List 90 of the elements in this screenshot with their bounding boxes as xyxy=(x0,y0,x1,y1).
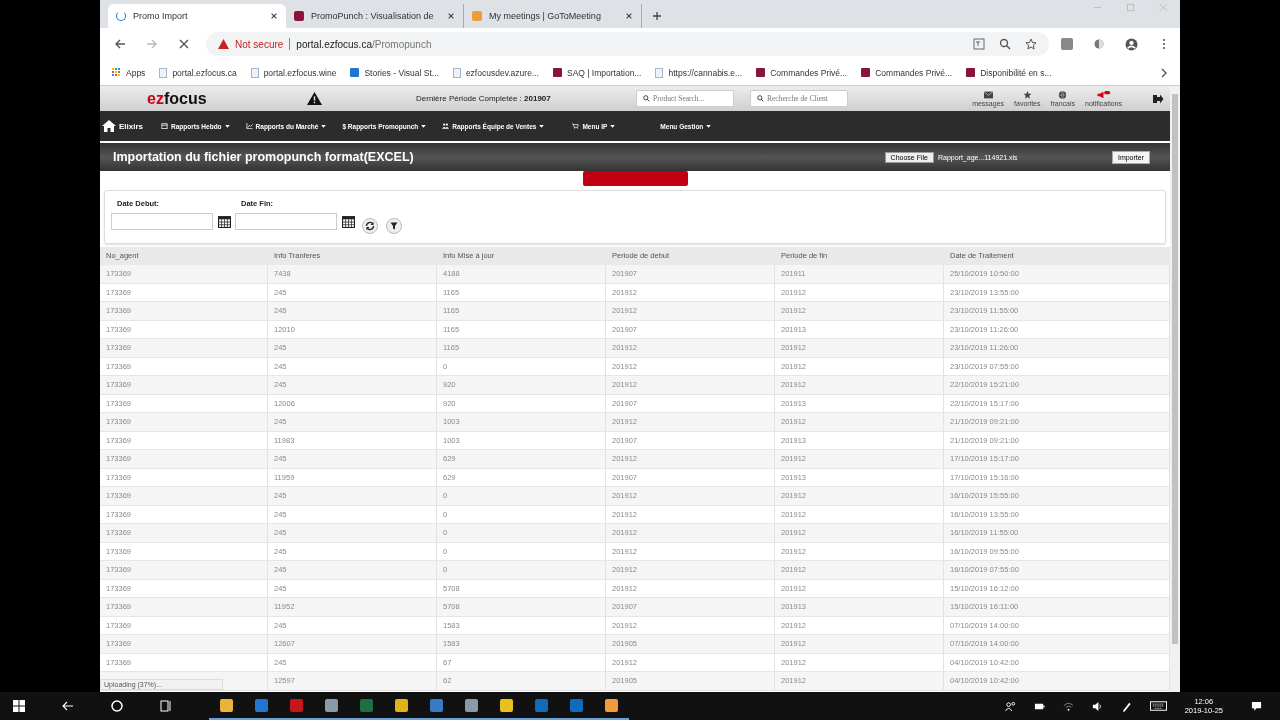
site-icon xyxy=(966,68,976,77)
bookmark[interactable]: SAQ | Importation... xyxy=(552,67,642,78)
windows-icon[interactable] xyxy=(13,700,25,712)
page-title: Importation du fichier promopunch format(EXCEL) xyxy=(113,150,414,164)
profile-icon[interactable] xyxy=(1125,37,1138,51)
app-icon xyxy=(570,698,583,712)
app-icon xyxy=(290,698,303,712)
bookmark[interactable]: https://cannabis.e... xyxy=(655,67,743,78)
app-icon xyxy=(605,698,618,712)
notification-icon[interactable] xyxy=(1251,700,1262,712)
browser-tab[interactable]: Promo Import xyxy=(108,4,286,28)
circle-icon[interactable] xyxy=(111,700,123,712)
app-icon xyxy=(220,698,233,712)
cart-icon xyxy=(572,123,580,129)
pen-icon[interactable] xyxy=(1120,700,1132,712)
calendar-icon[interactable] xyxy=(218,215,231,228)
close-icon[interactable] xyxy=(270,12,278,20)
chart-icon xyxy=(245,123,253,129)
app-icon xyxy=(430,698,443,712)
star-icon xyxy=(1022,90,1032,99)
site-icon xyxy=(350,68,360,77)
search-icon xyxy=(643,95,650,102)
refresh-button[interactable] xyxy=(362,218,378,234)
app-icon xyxy=(535,698,548,712)
bookmark[interactable]: Commandes Privé... xyxy=(861,67,953,78)
site-icon xyxy=(472,11,482,21)
caret-icon xyxy=(539,124,545,128)
app-icon xyxy=(360,698,373,712)
zoom-icon[interactable] xyxy=(999,38,1011,50)
date-field[interactable] xyxy=(235,213,337,230)
nav-menu[interactable]: Elixirs xyxy=(102,120,143,132)
megaphone-icon xyxy=(1096,90,1111,99)
site-icon xyxy=(294,11,304,21)
caret-icon xyxy=(321,124,327,128)
page-icon xyxy=(655,67,664,78)
new-tab-icon[interactable] xyxy=(652,11,662,21)
warning-icon xyxy=(218,39,229,49)
page-icon xyxy=(250,67,259,78)
globe-icon xyxy=(1058,90,1068,99)
app-icon xyxy=(255,698,268,712)
star-icon[interactable] xyxy=(1025,38,1037,50)
address-field[interactable]: Not secure portal.ezfocus.ca/Promopunch xyxy=(206,32,1049,56)
translate-icon[interactable] xyxy=(973,38,985,50)
logout-icon[interactable] xyxy=(1152,92,1164,105)
logo[interactable]: ezfocus xyxy=(147,89,297,108)
caret-icon xyxy=(421,124,427,128)
close-icon[interactable] xyxy=(447,12,455,20)
site-icon xyxy=(552,68,562,77)
browser-tab[interactable]: My meetings | GoToMeeting xyxy=(464,4,642,28)
calendar-icon[interactable] xyxy=(342,215,355,228)
mail-icon xyxy=(983,90,993,99)
app-icon xyxy=(500,698,513,712)
close-icon[interactable] xyxy=(625,12,633,20)
caret-icon xyxy=(224,124,230,128)
warning-icon[interactable] xyxy=(307,92,322,105)
bookmark[interactable]: Stories - Visual St... xyxy=(350,67,439,78)
app-icon xyxy=(325,698,338,712)
calendar-icon xyxy=(161,123,168,129)
site-icon xyxy=(756,68,766,77)
browser-tab[interactable]: PromoPunch : Visualisation de xyxy=(286,4,464,28)
bookmark[interactable]: portal.ezfocus.ca xyxy=(159,67,237,78)
back-icon[interactable] xyxy=(114,38,126,50)
bookmark[interactable]: ezfocusdev.azure... xyxy=(452,67,539,78)
extension-icon[interactable] xyxy=(1093,38,1105,50)
caret-icon xyxy=(706,124,712,128)
wifi-icon[interactable] xyxy=(1062,700,1074,712)
people-icon[interactable] xyxy=(1004,700,1016,712)
apps-icon xyxy=(112,68,121,77)
app-icon xyxy=(465,698,478,712)
task-view-icon[interactable] xyxy=(160,700,172,712)
users-icon xyxy=(442,123,450,129)
app-icon xyxy=(395,698,408,712)
period-text: Dernière Période Completée : 201907 xyxy=(416,94,552,103)
page-icon xyxy=(452,67,461,78)
keyboard-icon[interactable] xyxy=(1149,701,1167,711)
site-icon xyxy=(861,68,871,77)
bookmark[interactable]: Disponibilité en s... xyxy=(966,67,1052,78)
search-icon xyxy=(757,95,764,102)
page-icon xyxy=(159,67,168,78)
scrollbar[interactable] xyxy=(1170,86,1180,692)
chevron-icon[interactable] xyxy=(1160,67,1168,78)
bookmark[interactable]: Apps xyxy=(112,67,146,78)
stop-icon[interactable] xyxy=(178,38,190,50)
caret-icon xyxy=(610,124,616,128)
home-icon xyxy=(102,120,116,132)
speaker-icon[interactable] xyxy=(1091,700,1103,712)
bookmark[interactable]: portal.ezfocus.wine xyxy=(250,67,337,78)
date-field[interactable] xyxy=(111,213,213,230)
bookmark[interactable]: Commandes Privé... xyxy=(756,67,848,78)
filter-button[interactable] xyxy=(386,218,402,234)
